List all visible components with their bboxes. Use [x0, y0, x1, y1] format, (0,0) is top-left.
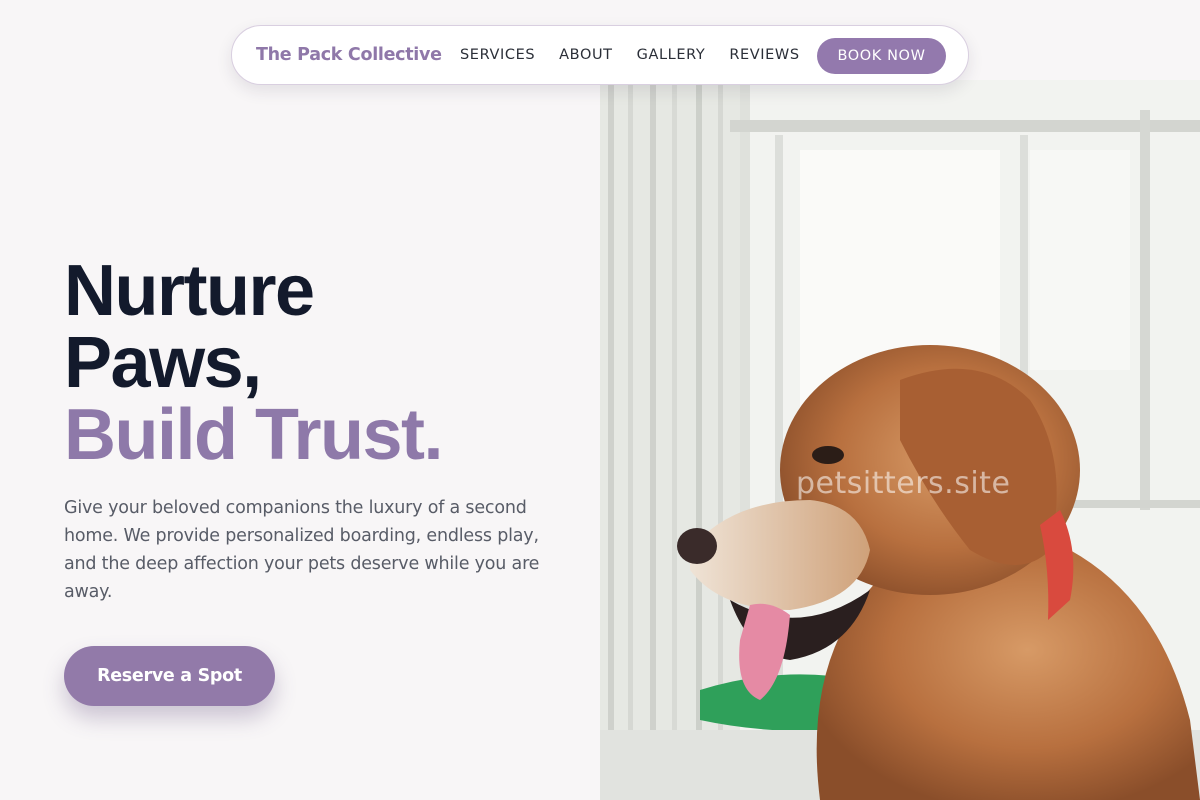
reserve-spot-button[interactable]: Reserve a Spot: [64, 646, 275, 706]
book-now-button[interactable]: BOOK NOW: [817, 38, 946, 74]
nav-link-reviews[interactable]: REVIEWS: [729, 47, 799, 63]
landing-page: The Pack Collective SERVICES ABOUT GALLE…: [0, 0, 1200, 800]
golden-retriever-illustration: [600, 80, 1200, 800]
hero-description: Give your beloved companions the luxury …: [64, 498, 540, 602]
headline-line-3: Build Trust.: [64, 395, 444, 475]
top-navigation: The Pack Collective SERVICES ABOUT GALLE…: [231, 25, 969, 85]
hero-dog-image: petsitters.site: [600, 80, 1200, 800]
nav-link-gallery[interactable]: GALLERY: [637, 47, 706, 63]
hero-headline: Nurture Paws, Build Trust.: [64, 255, 584, 471]
headline-line-2: Paws,: [64, 323, 262, 403]
nav-link-about[interactable]: ABOUT: [559, 47, 613, 63]
headline-line-1: Nurture: [64, 251, 315, 331]
nav-links: SERVICES ABOUT GALLERY REVIEWS: [460, 47, 824, 63]
nav-link-services[interactable]: SERVICES: [460, 47, 535, 63]
brand-logo[interactable]: The Pack Collective: [256, 45, 442, 65]
image-watermark: petsitters.site: [796, 466, 1011, 501]
